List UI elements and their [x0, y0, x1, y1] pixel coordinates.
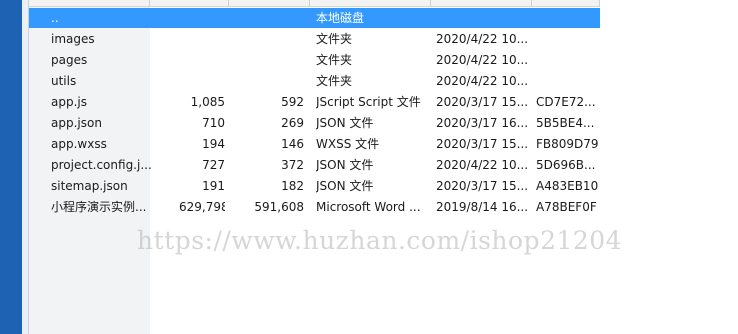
file-size: 710	[202, 116, 225, 130]
file-modified: 2020/3/17 15...	[436, 137, 529, 151]
file-name: project.config.j...	[51, 158, 152, 172]
file-list: .. 本地磁盘 images 文件夹 2020/4/22 10... pages	[29, 8, 600, 218]
file-type: JScript Script 文件	[316, 95, 421, 109]
column-header-name[interactable]	[29, 0, 150, 6]
file-type: JSON 文件	[316, 179, 374, 193]
file-size: 191	[202, 179, 225, 193]
file-name: pages	[51, 53, 88, 67]
list-item-file-app-js[interactable]: app.js 1,085 592 JScript Script 文件 2020/…	[29, 92, 600, 113]
file-type: 文件夹	[316, 53, 353, 67]
list-item-file-app-wxss[interactable]: app.wxss 194 146 WXSS 文件 2020/3/17 15...…	[29, 134, 600, 155]
file-size: 629,798	[179, 200, 225, 214]
file-packed-size: 591,608	[254, 200, 304, 214]
file-packed-size: 592	[281, 95, 304, 109]
file-type: JSON 文件	[316, 158, 374, 172]
file-modified: 2020/4/22 10...	[436, 53, 529, 67]
file-name: utils	[51, 74, 77, 88]
file-type: Microsoft Word ...	[316, 200, 421, 214]
file-crc: A78BEF0F	[536, 200, 597, 214]
file-name: app.js	[51, 95, 87, 109]
file-modified: 2020/3/17 15...	[436, 95, 529, 109]
file-name: app.wxss	[51, 137, 107, 151]
list-item-file-sitemap-json[interactable]: sitemap.json 191 182 JSON 文件 2020/3/17 1…	[29, 176, 600, 197]
file-name: app.json	[51, 116, 102, 130]
list-item-folder-images[interactable]: images 文件夹 2020/4/22 10...	[29, 29, 600, 50]
list-item-file-app-json[interactable]: app.json 710 269 JSON 文件 2020/3/17 16...…	[29, 113, 600, 134]
file-name: sitemap.json	[51, 179, 128, 193]
file-type: 本地磁盘	[316, 11, 365, 25]
list-item-file-word-doc[interactable]: 小程序演示实例... 629,798 591,608 Microsoft Wor…	[29, 197, 600, 218]
column-header-type[interactable]	[310, 0, 431, 6]
file-modified: 2020/3/17 15...	[436, 179, 529, 193]
file-crc: FB809D79	[536, 137, 599, 151]
file-modified: 2020/4/22 10...	[436, 74, 529, 88]
file-name: images	[51, 32, 95, 46]
column-header	[29, 0, 600, 7]
file-modified: 2019/8/14 16...	[436, 200, 529, 214]
file-packed-size: 269	[281, 116, 304, 130]
file-type: JSON 文件	[316, 116, 374, 130]
column-header-size[interactable]	[150, 0, 229, 6]
file-crc: CD7E72...	[536, 95, 596, 109]
file-modified: 2020/4/22 10...	[436, 158, 529, 172]
file-packed-size: 182	[281, 179, 304, 193]
column-header-modified[interactable]	[431, 0, 532, 6]
list-item-folder-pages[interactable]: pages 文件夹 2020/4/22 10...	[29, 50, 600, 71]
file-size: 727	[202, 158, 225, 172]
file-crc: 5D696B...	[536, 158, 596, 172]
file-modified: 2020/3/17 16...	[436, 116, 529, 130]
watermark-text: https://www.huzhan.com/ishop21204	[137, 226, 623, 255]
file-type: 文件夹	[316, 32, 353, 46]
window-frame-left	[0, 0, 22, 334]
file-size: 1,085	[190, 95, 225, 109]
file-name: 小程序演示实例...	[51, 200, 147, 214]
column-header-crc[interactable]	[532, 0, 600, 6]
list-item-file-project-config[interactable]: project.config.j... 727 372 JSON 文件 2020…	[29, 155, 600, 176]
file-modified: 2020/4/22 10...	[436, 32, 529, 46]
file-type: 文件夹	[316, 74, 353, 88]
file-name: ..	[51, 11, 59, 25]
file-size: 194	[202, 137, 225, 151]
list-item-parent[interactable]: .. 本地磁盘	[29, 8, 600, 28]
column-header-packed[interactable]	[229, 0, 310, 6]
tree-pane-edge	[22, 0, 29, 334]
list-item-folder-utils[interactable]: utils 文件夹 2020/4/22 10...	[29, 71, 600, 92]
file-packed-size: 146	[281, 137, 304, 151]
file-crc: A483EB10	[536, 179, 599, 193]
file-crc: 5B5BE4...	[536, 116, 595, 130]
file-type: WXSS 文件	[316, 137, 380, 151]
file-packed-size: 372	[281, 158, 304, 172]
